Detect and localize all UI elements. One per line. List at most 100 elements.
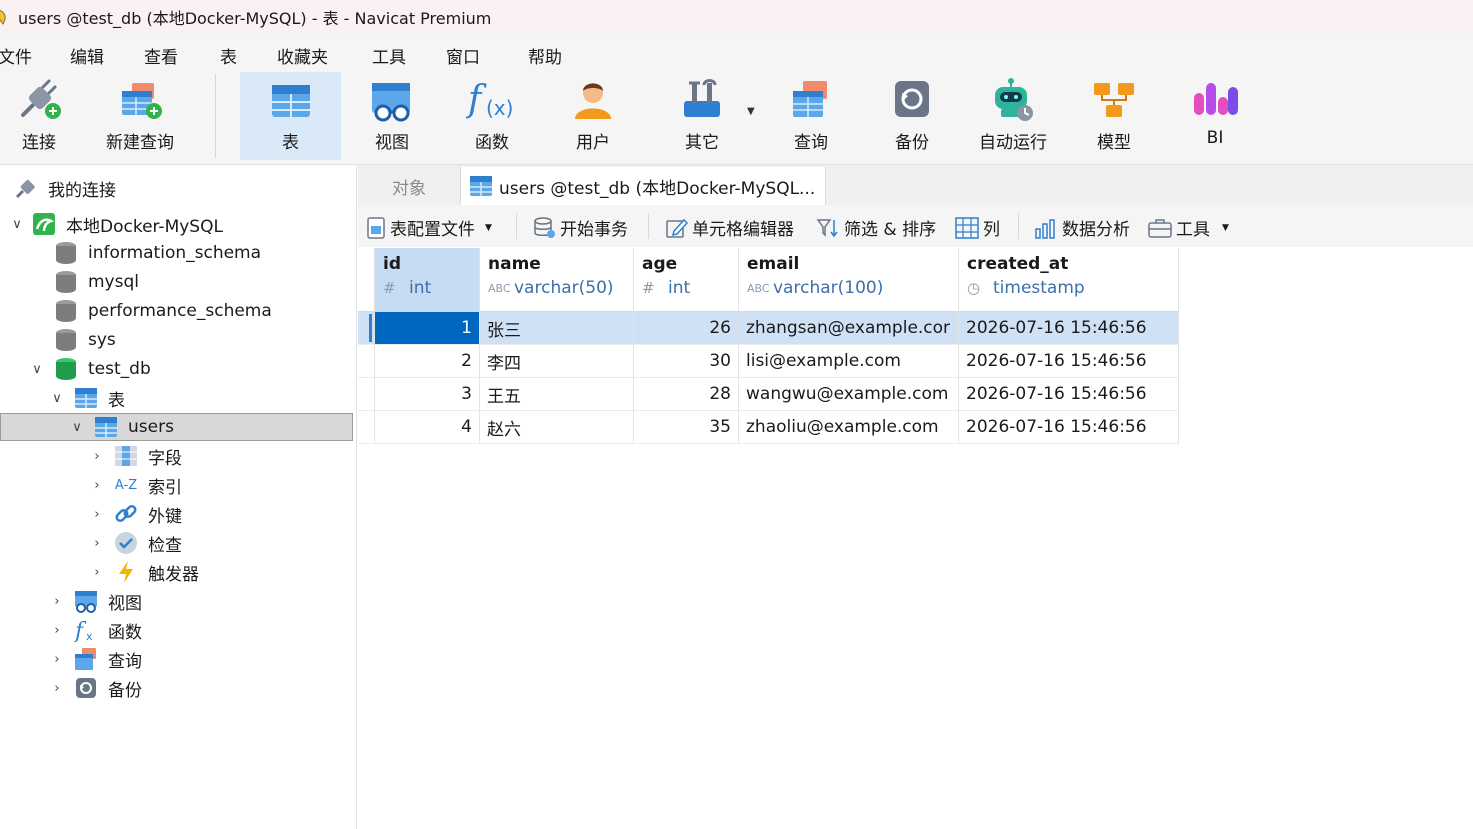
collapse-chevron-icon[interactable]: ∨ xyxy=(50,391,64,406)
table-config-button[interactable]: 表配置文件 ▼ xyxy=(366,215,492,240)
row-header[interactable] xyxy=(358,411,375,444)
column-header-name[interactable]: name ABC varchar(50) xyxy=(480,248,634,312)
backups-folder-node[interactable]: › 备份 xyxy=(50,674,142,702)
expand-chevron-icon[interactable]: › xyxy=(50,652,64,667)
checks-node[interactable]: › 检查 xyxy=(90,529,182,557)
other-dropdown-arrow-icon[interactable]: ▼ xyxy=(747,106,755,117)
expand-chevron-icon[interactable]: › xyxy=(50,594,64,609)
auto-run-button[interactable]: 自动运行 xyxy=(972,72,1054,160)
table-node-users[interactable]: ∨ users xyxy=(70,413,174,441)
table-cell-email[interactable]: zhangsan@example.cor xyxy=(739,312,959,345)
column-name: name xyxy=(488,254,541,274)
db-node-test-db[interactable]: ∨ test_db xyxy=(30,355,151,383)
bi-button[interactable]: BI xyxy=(1175,72,1255,160)
column-header-age[interactable]: age # int xyxy=(634,248,739,312)
triggers-node[interactable]: › 触发器 xyxy=(90,558,199,586)
table-cell-created-at[interactable]: 2026-07-16 15:46:56 xyxy=(959,411,1179,444)
table-cell-created-at[interactable]: 2026-07-16 15:46:56 xyxy=(959,345,1179,378)
table-cell-email[interactable]: zhaoliu@example.com xyxy=(739,411,959,444)
views-folder-node[interactable]: › 视图 xyxy=(50,587,142,615)
functions-folder-node[interactable]: › fx 函数 xyxy=(50,616,142,644)
backup-button[interactable]: 备份 xyxy=(872,72,952,160)
query-button[interactable]: 查询 xyxy=(771,72,851,160)
table-cell-age[interactable]: 35 xyxy=(634,411,739,444)
table-cell-age[interactable]: 30 xyxy=(634,345,739,378)
main-toolbar: 连接 新建查询 表 视图 f (x) 函数 用户 其它 ▼ 查询 备份 自动运行… xyxy=(0,72,1473,165)
cell-editor-button[interactable]: 单元格编辑器 xyxy=(666,215,794,240)
begin-transaction-button[interactable]: 开始事务 xyxy=(534,215,628,240)
table-cell-id[interactable]: 3 xyxy=(375,378,480,411)
tab-objects[interactable]: 对象 xyxy=(358,167,460,205)
view-icon xyxy=(372,83,410,122)
tools-button[interactable]: 工具 ▼ xyxy=(1148,215,1229,240)
tables-folder-node[interactable]: ∨ 表 xyxy=(50,384,125,412)
menu-view[interactable]: 查看 xyxy=(144,43,178,68)
new-query-button[interactable]: 新建查询 xyxy=(100,72,180,160)
menu-window[interactable]: 窗口 xyxy=(446,43,480,68)
table-cell-created-at[interactable]: 2026-07-16 15:46:56 xyxy=(959,378,1179,411)
my-connections-node[interactable]: 我的连接 xyxy=(14,174,116,202)
other-label: 其它 xyxy=(685,133,719,153)
expand-chevron-icon[interactable]: › xyxy=(90,507,104,522)
db-node-mysql[interactable]: mysql xyxy=(54,268,139,296)
table-cell-name[interactable]: 王五 xyxy=(480,378,634,411)
function-button[interactable]: f (x) 函数 xyxy=(452,72,532,160)
expand-chevron-icon[interactable]: › xyxy=(50,681,64,696)
db-node-information-schema[interactable]: information_schema xyxy=(54,239,261,267)
query-icon xyxy=(793,81,827,117)
function-label: 函数 xyxy=(475,133,509,153)
model-button[interactable]: 模型 xyxy=(1074,72,1154,160)
new-query-icon xyxy=(122,83,162,119)
table-cell-name[interactable]: 赵六 xyxy=(480,411,634,444)
columns-button[interactable]: 列 xyxy=(955,215,1000,240)
db-node-sys[interactable]: sys xyxy=(54,326,116,354)
row-header[interactable] xyxy=(358,312,375,345)
expand-chevron-icon[interactable]: › xyxy=(50,623,64,638)
row-header[interactable] xyxy=(358,345,375,378)
user-button[interactable]: 用户 xyxy=(553,72,633,160)
column-header-created-at[interactable]: created_at ◷ timestamp xyxy=(959,248,1179,312)
table-cell-name[interactable]: 李四 xyxy=(480,345,634,378)
table-cell-age[interactable]: 26 xyxy=(634,312,739,345)
other-button[interactable]: 其它 xyxy=(662,72,742,160)
connect-button[interactable]: 连接 xyxy=(0,72,78,160)
expand-chevron-icon[interactable]: › xyxy=(90,478,104,493)
column-header-id[interactable]: id # int xyxy=(375,248,480,312)
menu-favorites[interactable]: 收藏夹 xyxy=(277,43,328,68)
filter-sort-button[interactable]: 筛选 & 排序 xyxy=(816,215,936,240)
tab-users-table[interactable]: users @test_db (本地Docker-MySQL... xyxy=(460,167,826,205)
table-cell-id[interactable]: 2 xyxy=(375,345,480,378)
my-connections-label: 我的连接 xyxy=(48,180,116,201)
column-header-email[interactable]: email ABC varchar(100) xyxy=(739,248,959,312)
connection-node[interactable]: ∨ 本地Docker-MySQL xyxy=(10,210,223,238)
menu-file[interactable]: 文件 xyxy=(0,43,32,68)
table-cell-email[interactable]: lisi@example.com xyxy=(739,345,959,378)
data-analysis-button[interactable]: 数据分析 xyxy=(1034,215,1130,240)
collapse-chevron-icon[interactable]: ∨ xyxy=(30,362,44,377)
view-button[interactable]: 视图 xyxy=(352,72,432,160)
queries-folder-node[interactable]: › 查询 xyxy=(50,645,142,673)
collapse-chevron-icon[interactable]: ∨ xyxy=(70,420,84,435)
db-node-performance-schema[interactable]: performance_schema xyxy=(54,297,272,325)
table-cell-name[interactable]: 张三 xyxy=(480,312,634,345)
table-cell-id[interactable]: 4 xyxy=(375,411,480,444)
table-cell-id[interactable]: 1 xyxy=(375,312,480,345)
foreign-keys-node[interactable]: › 外键 xyxy=(90,500,182,528)
table-cell-age[interactable]: 28 xyxy=(634,378,739,411)
indexes-node[interactable]: › A-Z 索引 xyxy=(90,471,182,499)
table-cell-email[interactable]: wangwu@example.com xyxy=(739,378,959,411)
menu-edit[interactable]: 编辑 xyxy=(70,43,104,68)
grid-corner xyxy=(358,248,375,312)
fields-node[interactable]: › 字段 xyxy=(90,442,182,470)
expand-chevron-icon[interactable]: › xyxy=(90,565,104,580)
collapse-chevron-icon[interactable]: ∨ xyxy=(10,217,24,232)
toolbar-separator xyxy=(648,213,649,239)
menu-table[interactable]: 表 xyxy=(220,43,237,68)
expand-chevron-icon[interactable]: › xyxy=(90,536,104,551)
table-cell-created-at[interactable]: 2026-07-16 15:46:56 xyxy=(959,312,1179,345)
expand-chevron-icon[interactable]: › xyxy=(90,449,104,464)
menu-help[interactable]: 帮助 xyxy=(528,43,562,68)
menu-tools[interactable]: 工具 xyxy=(372,43,406,68)
row-header[interactable] xyxy=(358,378,375,411)
table-button[interactable]: 表 xyxy=(240,72,341,160)
